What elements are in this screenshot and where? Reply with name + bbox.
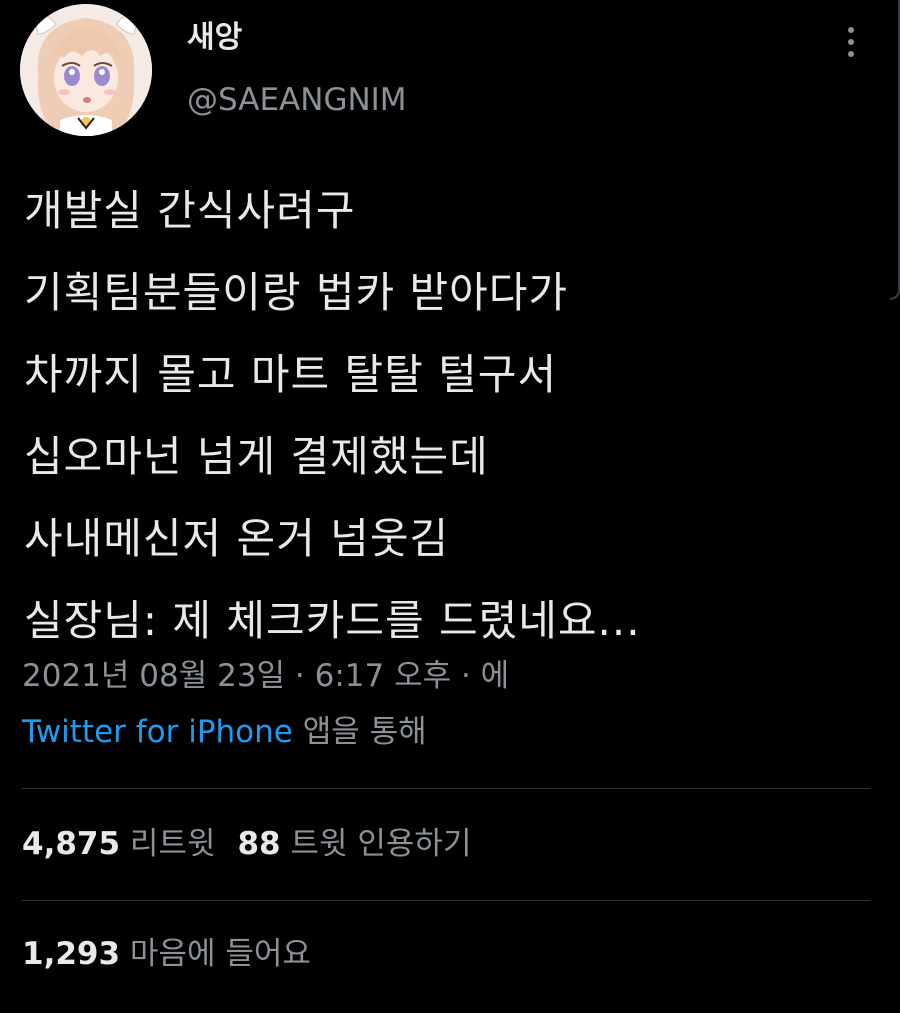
quote-count: 88 [237, 826, 281, 862]
tweet-line: 개발실 간식사려구 [24, 186, 356, 235]
tweet-timestamp[interactable]: 2021년 08월 23일 · 6:17 오후 · 에 [22, 654, 509, 698]
like-count: 1,293 [22, 936, 121, 972]
anime-avatar-image [20, 4, 152, 136]
tweet-line: 사내메신저 온거 넘웃김 [24, 514, 450, 563]
like-label: 마음에 들어요 [129, 936, 311, 972]
tweet-text: 개발실 간식사려구 기획팀분들이랑 법카 받아다가 차까지 몰고 마트 탈탈 털… [24, 170, 641, 662]
tweet-line: 실장님: 제 체크카드를 드렸네요... [24, 596, 641, 645]
divider [22, 788, 870, 789]
display-name[interactable]: 새앙 [187, 18, 242, 58]
avatar[interactable] [20, 4, 152, 136]
retweet-count-link[interactable]: 4,875 리트윗 [22, 826, 215, 862]
source-app-link[interactable]: Twitter for iPhone [22, 714, 293, 750]
more-dot [848, 51, 854, 57]
divider [22, 900, 870, 901]
retweet-count: 4,875 [22, 826, 121, 862]
retweet-stats-row: 4,875 리트윗 88 트윗 인용하기 [22, 822, 471, 866]
retweet-label: 리트윗 [129, 826, 216, 862]
more-dot [848, 39, 854, 45]
more-vertical-icon[interactable] [836, 22, 866, 62]
more-dot [848, 27, 854, 33]
like-stats-row[interactable]: 1,293 마음에 들어요 [22, 932, 311, 976]
source-suffix: 앱을 통해 [292, 714, 427, 750]
tweet-line: 차까지 몰고 마트 탈탈 털구서 [24, 350, 558, 399]
quote-label: 트윗 인용하기 [290, 826, 472, 862]
tweet-line: 기획팀분들이랑 법카 받아다가 [24, 268, 569, 317]
quote-count-link[interactable]: 88 트윗 인용하기 [237, 826, 471, 862]
tweet-line: 십오마넌 넘게 결제했는데 [24, 432, 489, 481]
scroll-indicator [890, 0, 900, 300]
user-handle[interactable]: @SAEANGNIM [187, 80, 407, 120]
tweet-detail: 새앙 @SAEANGNIM 개발실 간식사려구 기획팀분들이랑 법카 받아다가 … [0, 0, 900, 1013]
tweet-source: Twitter for iPhone 앱을 통해 [22, 710, 427, 754]
